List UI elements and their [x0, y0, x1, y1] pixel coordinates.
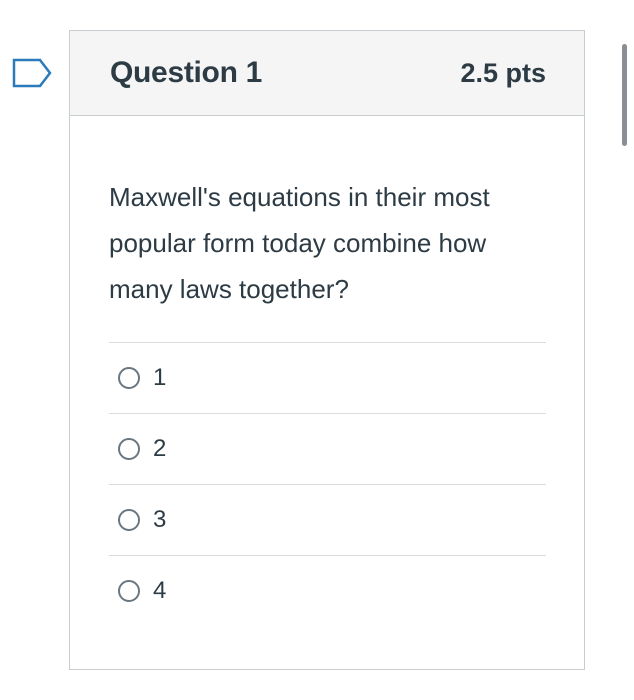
- answer-label: 4: [153, 577, 167, 604]
- radio-button-icon[interactable]: [118, 580, 140, 602]
- quiz-page: Question 1 2.5 pts Maxwell's equations i…: [0, 0, 634, 700]
- flag-question-icon[interactable]: [12, 58, 52, 88]
- answer-label: 2: [153, 435, 167, 462]
- answer-option[interactable]: 1: [109, 343, 546, 414]
- question-card: Question 1 2.5 pts Maxwell's equations i…: [69, 30, 585, 670]
- answer-option[interactable]: 2: [109, 414, 546, 485]
- answer-label: 3: [153, 506, 167, 533]
- radio-button-icon[interactable]: [118, 509, 140, 531]
- radio-button-icon[interactable]: [118, 438, 140, 460]
- answer-list: 1 2 3 4: [109, 342, 546, 626]
- question-text: Maxwell's equations in their most popula…: [109, 182, 490, 304]
- radio-button-icon[interactable]: [118, 367, 140, 389]
- answer-label: 1: [153, 364, 167, 391]
- question-points: 2.5 pts: [460, 57, 546, 88]
- question-body: Maxwell's equations in their most popula…: [70, 174, 584, 626]
- answer-option[interactable]: 4: [109, 556, 546, 626]
- question-header: Question 1 2.5 pts: [70, 31, 584, 116]
- question-title: Question 1: [110, 56, 263, 89]
- scrollbar-thumb[interactable]: [622, 44, 627, 146]
- answer-option[interactable]: 3: [109, 485, 546, 556]
